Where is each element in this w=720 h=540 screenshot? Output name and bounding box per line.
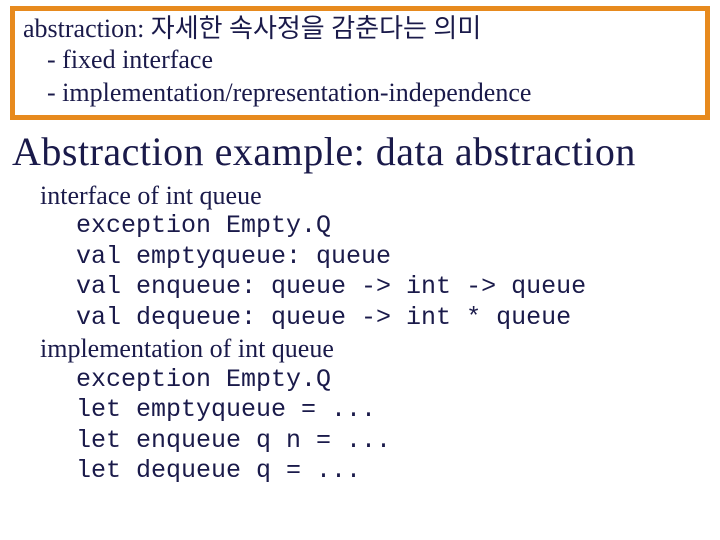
bullet-independence: - implementation/representation-independ… xyxy=(23,77,697,110)
implementation-heading: implementation of int queue xyxy=(40,333,710,364)
impl-line-enqueue: let enqueue q n = ... xyxy=(40,426,710,457)
interface-line-exception: exception Empty.Q xyxy=(40,211,710,242)
impl-line-exception: exception Empty.Q xyxy=(40,365,710,396)
interface-line-dequeue: val dequeue: queue -> int * queue xyxy=(40,303,710,334)
interface-line-enqueue: val enqueue: queue -> int -> queue xyxy=(40,272,710,303)
interface-line-emptyqueue: val emptyqueue: queue xyxy=(40,242,710,273)
impl-line-emptyqueue: let emptyqueue = ... xyxy=(40,395,710,426)
section-title: Abstraction example: data abstraction xyxy=(12,130,710,174)
bullet-fixed-interface: - fixed interface xyxy=(23,44,697,77)
impl-line-dequeue: let dequeue q = ... xyxy=(40,456,710,487)
definition-box: abstraction: 자세한 속사정을 감춘다는 의미 - fixed in… xyxy=(10,6,710,120)
implementation-block: implementation of int queue exception Em… xyxy=(10,333,710,486)
interface-heading: interface of int queue xyxy=(40,180,710,211)
slide: abstraction: 자세한 속사정을 감춘다는 의미 - fixed in… xyxy=(0,0,720,487)
interface-block: interface of int queue exception Empty.Q… xyxy=(10,180,710,333)
abstraction-definition: abstraction: 자세한 속사정을 감춘다는 의미 xyxy=(23,13,697,44)
